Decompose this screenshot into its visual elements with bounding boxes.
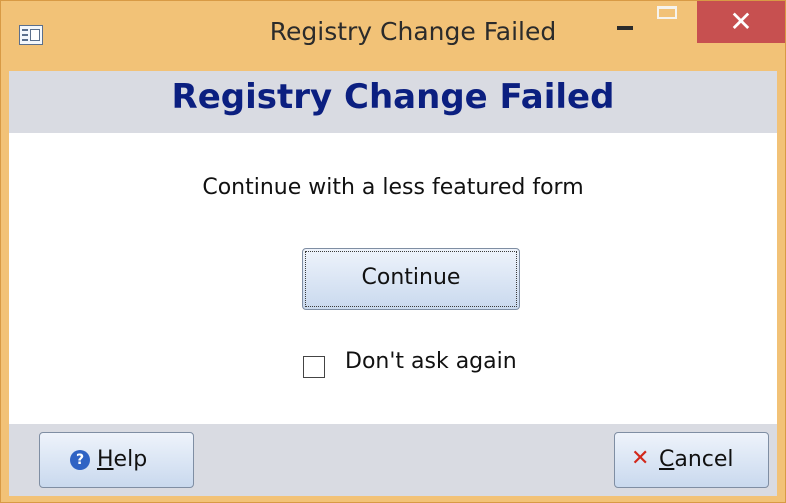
cancel-button[interactable]: ✕ Cancel bbox=[614, 432, 769, 488]
close-button[interactable]: ✕ bbox=[697, 1, 785, 43]
header-title: Registry Change Failed bbox=[171, 77, 615, 117]
maximize-icon bbox=[657, 6, 677, 19]
maximize-button[interactable] bbox=[651, 1, 697, 41]
help-button[interactable]: ? Help bbox=[39, 432, 194, 488]
continue-button-label: Continue bbox=[361, 265, 461, 290]
minimize-icon bbox=[617, 26, 633, 30]
footer-bar: ? Help ✕ Cancel bbox=[9, 424, 777, 496]
help-button-label: Help bbox=[97, 447, 148, 472]
dialog-client: Registry Change Failed Continue with a l… bbox=[9, 71, 777, 496]
dont-ask-again-checkbox[interactable] bbox=[303, 356, 325, 378]
header-band: Registry Change Failed bbox=[9, 71, 777, 133]
cancel-button-label: Cancel bbox=[659, 447, 734, 472]
message-text: Continue with a less featured form bbox=[202, 175, 584, 200]
dont-ask-again-label[interactable]: Don't ask again bbox=[345, 349, 517, 374]
continue-button[interactable]: Continue bbox=[302, 248, 520, 310]
question-circle-icon: ? bbox=[70, 450, 90, 470]
title-bar[interactable]: Registry Change Failed ✕ bbox=[1, 1, 785, 71]
close-icon: ✕ bbox=[729, 5, 753, 38]
dialog-window: Registry Change Failed ✕ Registry Change… bbox=[0, 0, 786, 503]
red-x-icon: ✕ bbox=[631, 446, 650, 471]
minimize-button[interactable] bbox=[605, 1, 651, 41]
